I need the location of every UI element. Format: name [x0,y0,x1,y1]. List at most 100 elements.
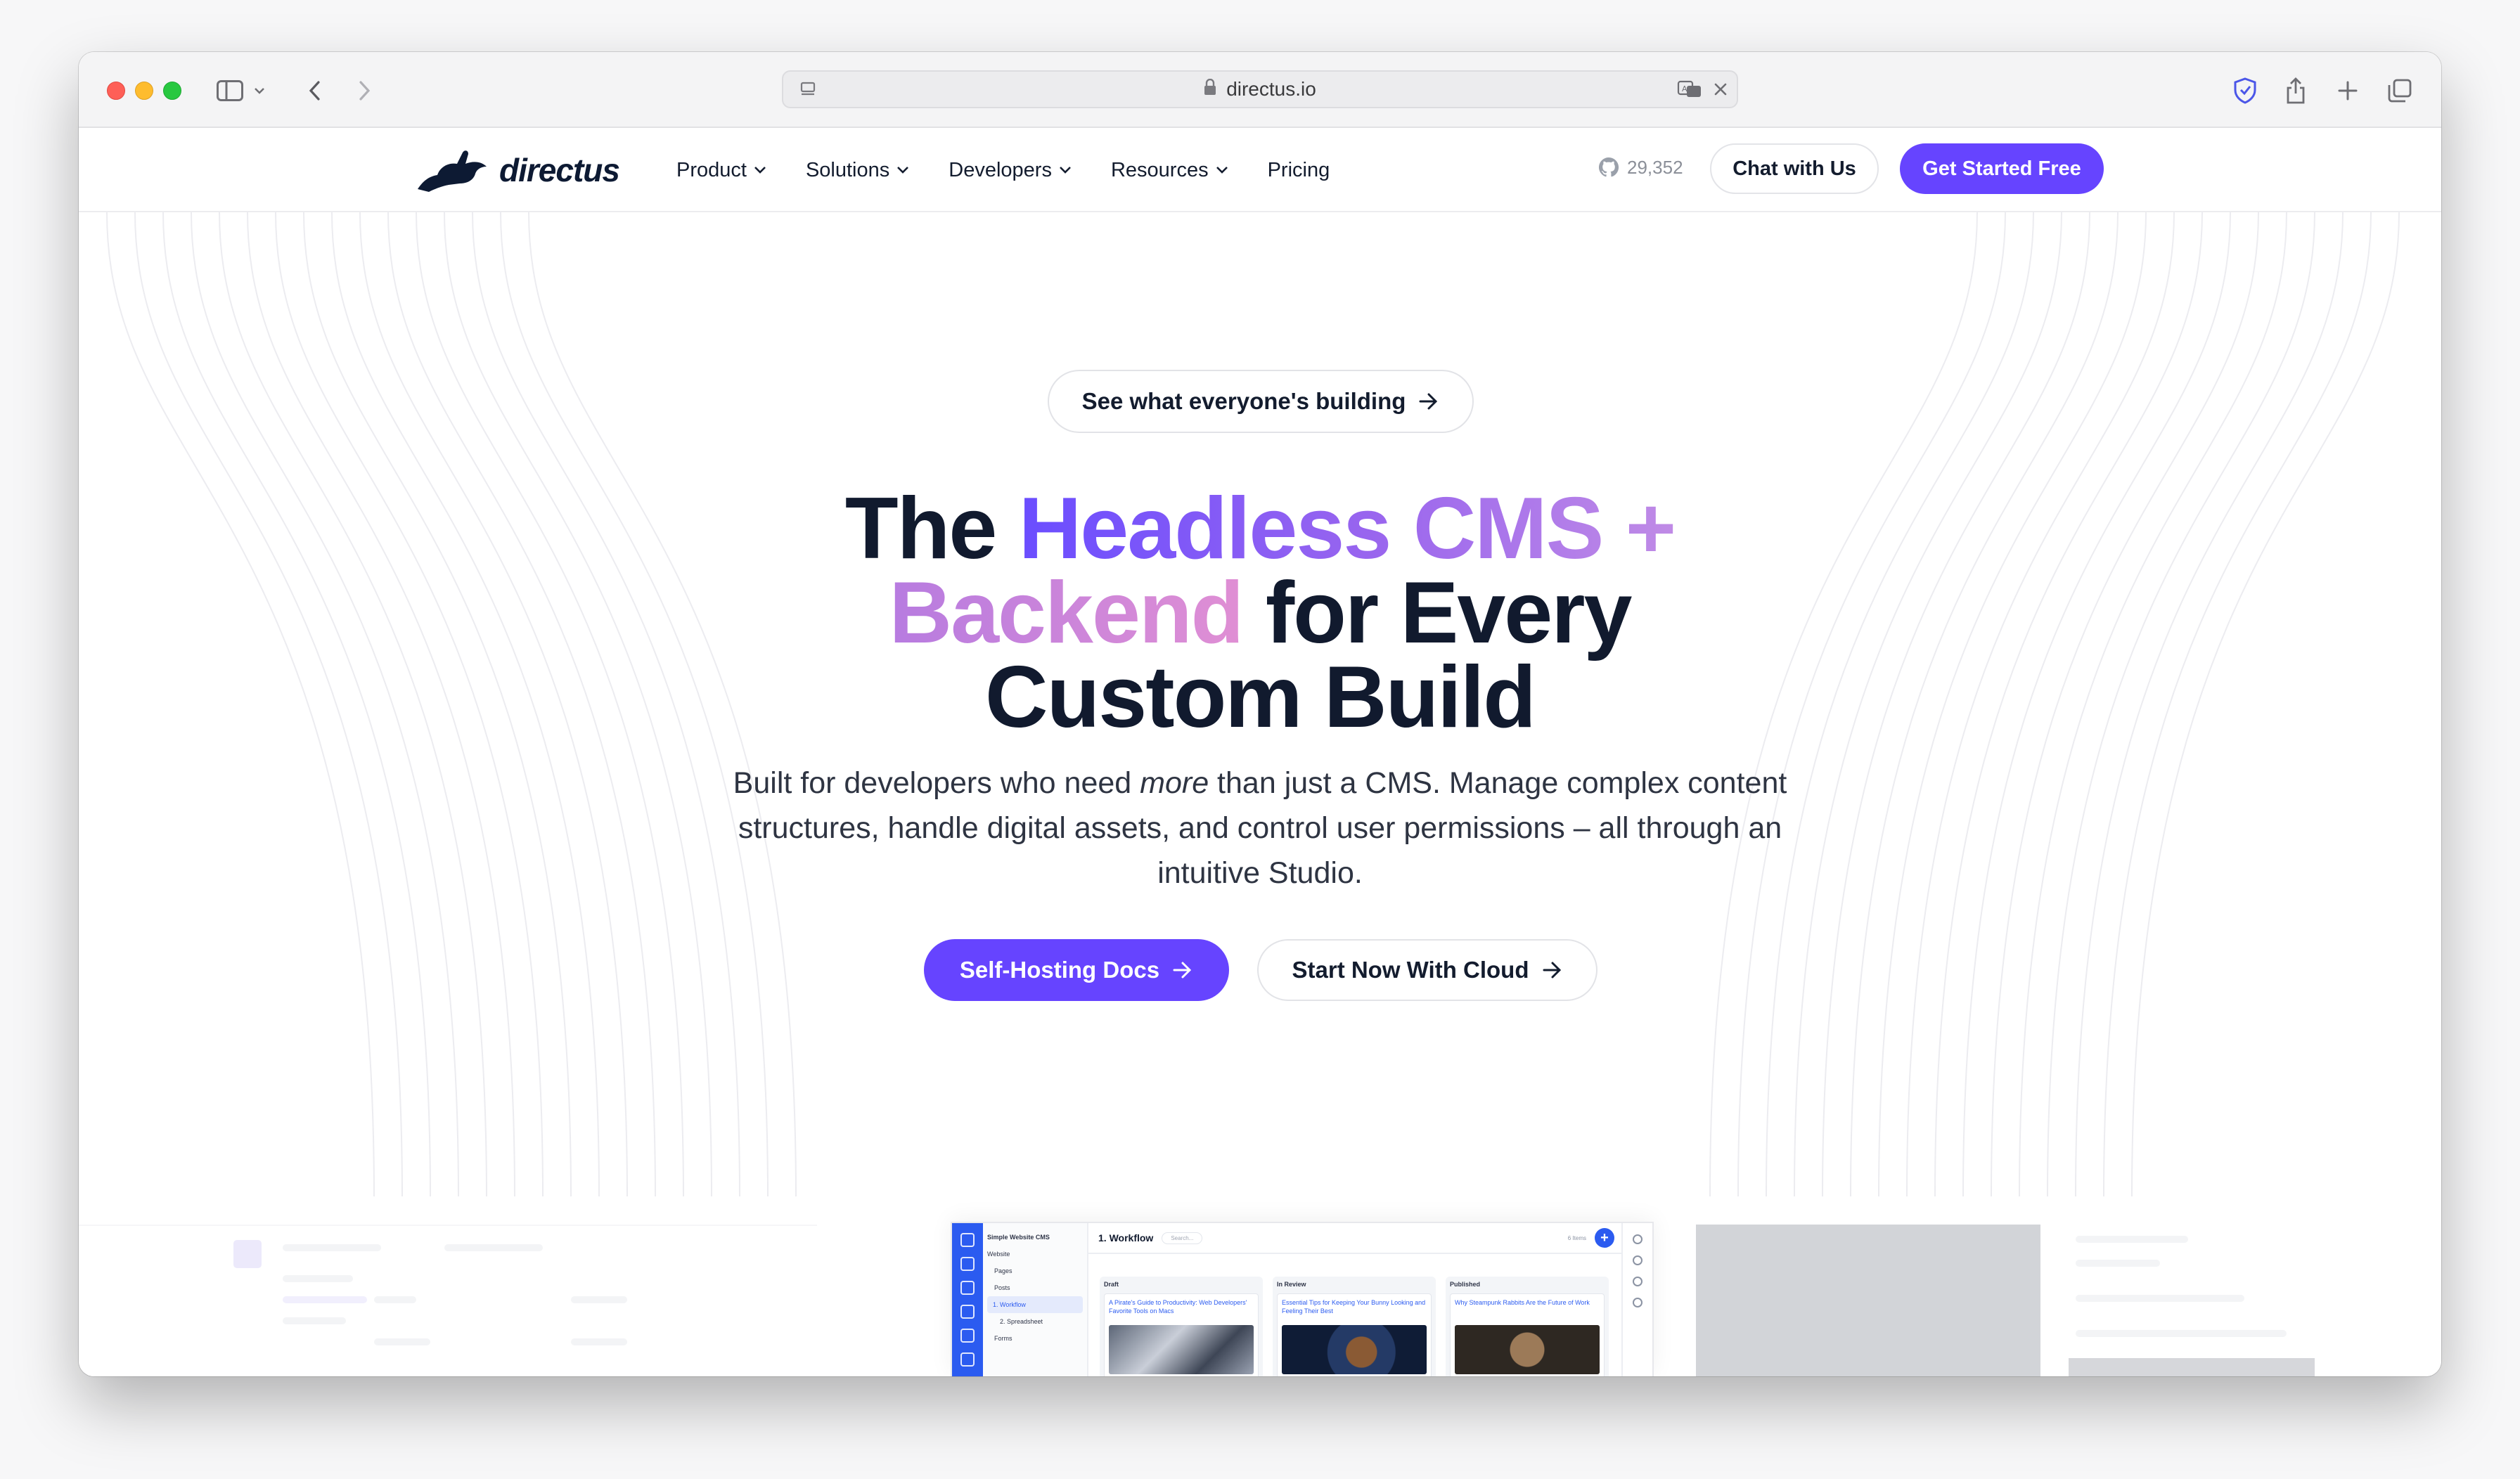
directus-logo[interactable]: directus [413,142,620,198]
chevron-down-icon[interactable] [249,73,270,108]
headline-part: The [844,480,1019,577]
nav-developers[interactable]: Developers [949,152,1072,188]
hero-headline: The Headless CMS + Backend for Every Cus… [698,485,1822,741]
nav-item: Posts [994,1284,1010,1291]
settings-icon [1633,1255,1642,1265]
nav-item-label: Pricing [1267,158,1330,181]
items-count: 6 Items [1567,1234,1586,1241]
rabbit-icon [960,1233,975,1247]
column-title: Published [1450,1281,1481,1288]
arrow-right-icon [1173,962,1192,979]
card-title: Why Steampunk Rabbits Are the Future of … [1455,1299,1590,1306]
address-bar[interactable]: directus.io A [782,70,1738,108]
info-icon [1633,1234,1642,1244]
headline-highlight: Headless CMS + [1018,480,1676,577]
subtext-part: Built for developers who need [733,766,1140,800]
nav-item: Forms [994,1335,1012,1342]
cta-label: Start Now With Cloud [1292,957,1529,983]
github-icon [1598,157,1619,177]
app-sidebar [952,1223,983,1376]
search-icon [960,1257,975,1271]
nav-item-label: Developers [949,158,1052,181]
app-right-rail [1621,1223,1652,1376]
headline-highlight: Backend [889,564,1245,661]
webpage: directus Product Solutions Developers Re… [79,128,2441,1376]
translate-icon[interactable]: A [1672,72,1707,107]
card-title: Essential Tips for Keeping Your Bunny Lo… [1282,1299,1426,1315]
kanban-column: In Review Essential Tips for Keeping You… [1273,1277,1436,1376]
kanban-column: Draft A Pirate's Guide to Productivity: … [1100,1277,1263,1376]
nav-solutions[interactable]: Solutions [806,152,909,188]
app-navigation: Simple Website CMS Website Pages Posts 1… [983,1223,1088,1376]
chevron-down-icon [754,167,766,174]
url-text: directus.io [1226,78,1316,100]
maximize-window-button[interactable] [163,82,181,100]
project-name: Simple Website CMS [987,1234,1050,1241]
search-field: Search... [1162,1232,1203,1244]
app-preview-main: Simple Website CMS Website Pages Posts 1… [951,1222,1654,1376]
github-star-count: 29,352 [1627,156,1683,178]
export-icon [1633,1277,1642,1286]
site-header: directus Product Solutions Developers Re… [79,128,2441,212]
main-navigation: Product Solutions Developers Resources P… [676,152,1330,188]
chevron-down-icon [1216,167,1228,174]
shield-icon[interactable] [2228,73,2263,108]
cta-label: Self-Hosting Docs [959,957,1160,983]
add-item-icon: + [1595,1228,1614,1248]
collection-title: 1. Workflow [1098,1232,1154,1244]
showcase-link-label: See what everyone's building [1081,388,1406,414]
kanban-card: Essential Tips for Keeping Your Bunny Lo… [1277,1293,1432,1376]
nav-pricing[interactable]: Pricing [1268,152,1330,188]
kanban-card: A Pirate's Guide to Productivity: Web De… [1104,1293,1259,1376]
card-image [1109,1325,1254,1374]
collection-header: 1. Workflow Search... 6 Items + [1088,1223,1621,1254]
start-now-with-cloud-button[interactable]: Start Now With Cloud [1257,939,1598,1001]
share-icon[interactable] [2278,73,2313,108]
nav-item: Pages [994,1267,1012,1274]
chevron-down-icon [1060,167,1071,174]
nav-item: Website [987,1251,1010,1258]
forward-icon[interactable] [347,73,382,108]
rabbit-logo-icon [418,150,487,192]
chat-with-us-button[interactable]: Chat with Us [1710,143,1879,194]
folder-icon [960,1329,975,1343]
tab-overview-icon[interactable] [2382,73,2417,108]
nav-product[interactable]: Product [676,152,766,188]
kanban-card: Why Steampunk Rabbits Are the Future of … [1450,1293,1605,1376]
browser-window: directus.io A directus Product Solutions… [79,52,2441,1376]
github-stars-link[interactable]: 29,352 [1598,156,1683,179]
box-icon [960,1281,975,1295]
card-image [1455,1325,1600,1374]
lock-icon [1204,78,1216,101]
arrow-right-icon [1543,962,1561,979]
card-image [1282,1325,1427,1374]
nav-resources[interactable]: Resources [1111,152,1228,188]
headline-part: Custom Build [985,649,1536,746]
back-icon[interactable] [297,73,332,108]
subtext-emphasis: more [1140,766,1209,800]
arrow-right-icon [1419,393,1438,410]
kanban-board: Draft A Pirate's Guide to Productivity: … [1100,1277,1609,1376]
nav-item-active: 1. Workflow [987,1296,1083,1313]
nav-item-label: Solutions [805,158,890,181]
browser-toolbar: directus.io A [79,52,2441,128]
sidebar-toggle-icon[interactable] [212,73,248,108]
get-started-free-button[interactable]: Get Started Free [1900,143,2104,194]
close-icon[interactable] [1703,72,1738,107]
kanban-column: Published Why Steampunk Rabbits Are the … [1446,1277,1609,1376]
nav-item-label: Resources [1110,158,1209,181]
showcase-link-pill[interactable]: See what everyone's building [1048,370,1474,433]
nav-item-label: Product [676,158,747,181]
minimize-window-button[interactable] [135,82,153,100]
column-title: Draft [1104,1281,1119,1288]
link-icon [1633,1298,1642,1307]
chart-icon [960,1352,975,1367]
app-preview-right [1696,1225,2441,1376]
users-icon [960,1305,975,1319]
nav-item: 2. Spreadsheet [1000,1318,1043,1325]
close-window-button[interactable] [107,82,125,100]
brand-name: directus [499,152,620,188]
self-hosting-docs-button[interactable]: Self-Hosting Docs [924,939,1229,1001]
new-tab-icon[interactable] [2330,73,2365,108]
card-title: A Pirate's Guide to Productivity: Web De… [1109,1299,1247,1315]
